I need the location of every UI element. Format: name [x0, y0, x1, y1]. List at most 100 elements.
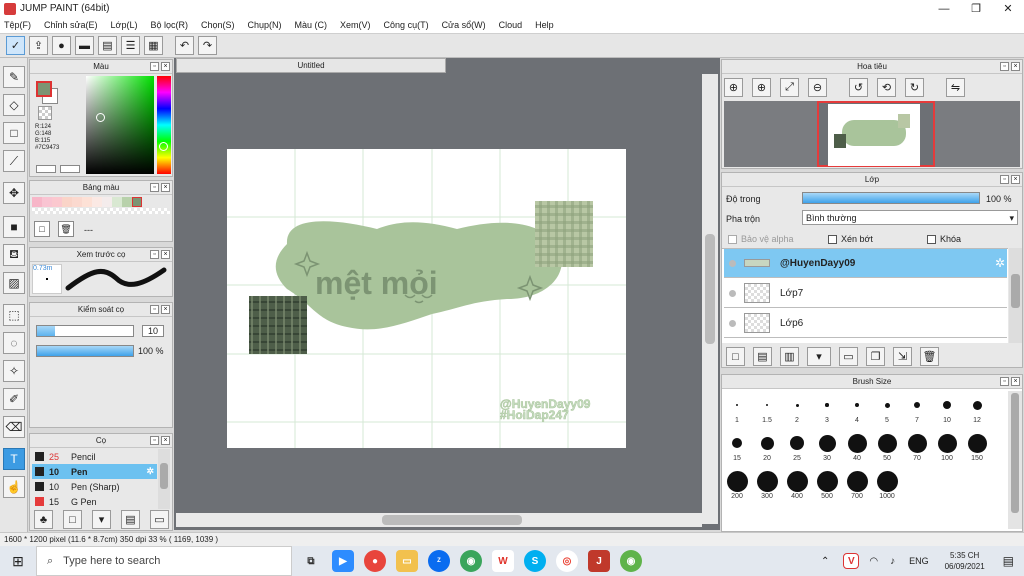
select-eraser-icon[interactable]: ⌫ [3, 416, 25, 438]
zoom-in-icon[interactable]: ⊕ [752, 78, 771, 97]
zoom-out-icon[interactable]: ⊖ [808, 78, 827, 97]
swatch[interactable] [92, 197, 102, 207]
new-layer-icon[interactable]: □ [726, 347, 745, 366]
brush-size-dot[interactable] [818, 434, 836, 452]
menu-window[interactable]: Cửa sổ(W) [442, 20, 486, 30]
brush-size-dot[interactable] [790, 436, 804, 450]
eraser-tool-icon[interactable]: ◇ [3, 94, 25, 116]
volume-icon[interactable]: ♪ [890, 556, 895, 567]
brush-size-dot[interactable] [816, 470, 838, 492]
fullscreen-icon[interactable]: ⤢ [780, 78, 799, 97]
blend-mode-select[interactable]: Bình thường ▾ [802, 210, 1018, 225]
swatch[interactable] [72, 197, 82, 207]
swatch[interactable] [112, 197, 122, 207]
brush-size-dot[interactable] [795, 403, 799, 407]
rotate-reset-icon[interactable]: ⟲ [877, 78, 896, 97]
hue-slider[interactable] [157, 76, 171, 174]
zoom-app-icon[interactable]: ▶ [332, 550, 354, 572]
brush-size-dot[interactable] [846, 470, 868, 492]
taskbar-search[interactable]: ⌕ Type here to search [36, 546, 292, 576]
merge-layer-icon[interactable]: ⇲ [893, 347, 912, 366]
brush-size-dot[interactable] [884, 402, 890, 408]
float-icon[interactable]: ▫ [150, 305, 159, 314]
coccoc-icon[interactable]: ◉ [460, 550, 482, 572]
delete-layer-icon[interactable]: 🗑 [920, 347, 939, 366]
canvas-vertical-scrollbar[interactable] [702, 74, 718, 524]
clipping-checkbox[interactable]: Xén bớt [828, 234, 873, 245]
float-icon[interactable]: ▫ [150, 183, 159, 192]
skype-icon[interactable]: S [524, 550, 546, 572]
folder-icon[interactable]: ▭ [150, 510, 169, 529]
copy-layer-icon[interactable]: ❐ [866, 347, 885, 366]
float-icon[interactable]: ▫ [150, 436, 159, 445]
restore-button[interactable]: ❐ [960, 0, 992, 17]
layer-row[interactable]: Lớp7 [724, 279, 1007, 308]
main-color-swatch[interactable] [36, 81, 52, 97]
brush-size-dot[interactable] [760, 436, 774, 450]
brush-size-input[interactable]: 10 [142, 325, 164, 337]
bucket-icon[interactable]: ⛾ [3, 244, 25, 266]
brush-size-dot[interactable] [736, 404, 738, 406]
brush-item[interactable]: 25 Pencil [32, 449, 157, 464]
flip-icon[interactable]: ⇋ [946, 78, 965, 97]
layer-list-scrollbar[interactable] [1009, 248, 1022, 343]
minimize-button[interactable]: — [928, 0, 960, 17]
swatch[interactable] [82, 197, 92, 207]
brush-size-dot[interactable] [937, 433, 957, 453]
brush-size-dot[interactable] [914, 402, 920, 408]
brush-size-dot[interactable] [877, 433, 897, 453]
jump-paint-taskbar-icon[interactable]: J [588, 550, 610, 572]
transparent-color-swatch[interactable] [38, 106, 52, 120]
chevron-up-icon[interactable]: ⌃ [821, 556, 829, 567]
layer-row-selected[interactable]: @HuyenDayy09 ✲ [724, 249, 1007, 278]
chrome-alt-icon[interactable]: ◎ [556, 550, 578, 572]
comment-icon[interactable]: ● [52, 36, 71, 55]
float-icon[interactable]: ▫ [1000, 62, 1009, 71]
gear-icon[interactable]: ✲ [995, 256, 1005, 270]
brush-list-scrollbar[interactable] [158, 449, 170, 509]
grid-icon[interactable]: ▦ [144, 36, 163, 55]
brush-item[interactable]: 10 Pen (Sharp) [32, 479, 157, 494]
float-icon[interactable]: ▫ [1000, 377, 1009, 386]
canvas-horizontal-scrollbar[interactable] [176, 513, 702, 527]
brush-size-dot[interactable] [786, 470, 808, 492]
swatch[interactable] [52, 197, 62, 207]
new-brush-icon[interactable]: □ [63, 510, 82, 529]
brush-size-dot[interactable] [967, 433, 987, 453]
brush-size-dot[interactable] [732, 438, 742, 448]
brush-size-dot[interactable] [972, 400, 982, 410]
menu-select[interactable]: Chọn(S) [201, 20, 235, 30]
swatch[interactable] [42, 197, 52, 207]
select-pen-icon[interactable]: ✐ [3, 388, 25, 410]
menu-capture[interactable]: Chụp(N) [248, 20, 282, 30]
menu-color[interactable]: Màu (C) [295, 20, 328, 30]
rotate-right-icon[interactable]: ↻ [905, 78, 924, 97]
menu-help[interactable]: Help [535, 20, 554, 30]
hue-cursor[interactable] [159, 142, 168, 151]
rectangle-select-icon[interactable]: □ [3, 122, 25, 144]
color-mode-button[interactable] [36, 165, 56, 173]
swatch[interactable] [32, 197, 42, 207]
hand-tool-icon[interactable]: ☝ [3, 476, 25, 498]
brush-size-scrollbar[interactable] [1008, 391, 1022, 529]
brush-menu-icon[interactable]: ▾ [92, 510, 111, 529]
layer-opacity-slider[interactable] [802, 192, 980, 204]
menu-cloud[interactable]: Cloud [499, 20, 523, 30]
brush-size-dot[interactable] [756, 470, 778, 492]
cloud-check-icon[interactable]: ✓ [6, 36, 25, 55]
task-view-icon[interactable]: ⧉ [300, 550, 322, 572]
lasso-icon[interactable]: ◌ [3, 332, 25, 354]
brush-size-dot[interactable] [765, 403, 769, 407]
close-icon[interactable]: × [161, 62, 170, 71]
close-icon[interactable]: × [161, 250, 170, 259]
wps-icon[interactable]: W [492, 550, 514, 572]
file-explorer-icon[interactable]: ▭ [396, 550, 418, 572]
line-tool-icon[interactable]: ⟋ [3, 150, 25, 172]
language-indicator[interactable]: ENG [909, 556, 929, 566]
copy-brush-icon[interactable]: ▤ [121, 510, 140, 529]
brush-item[interactable]: 15 G Pen [32, 494, 157, 509]
move-tool-icon[interactable]: ✥ [3, 182, 25, 204]
trash-icon[interactable]: 🗑 [58, 221, 74, 237]
close-icon[interactable]: × [1011, 377, 1020, 386]
close-icon[interactable]: × [161, 305, 170, 314]
